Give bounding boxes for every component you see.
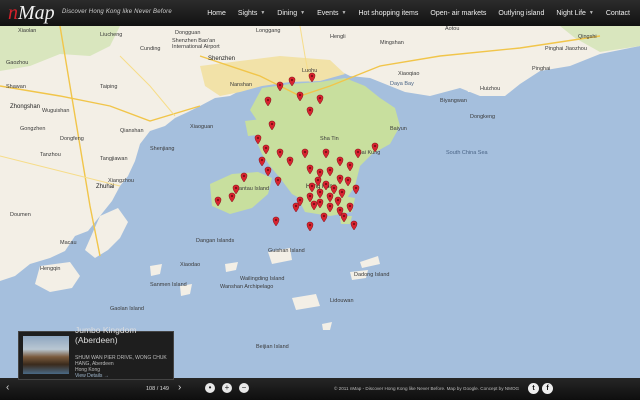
zoom-out-icon[interactable]: − (239, 383, 249, 393)
location-marker-icon[interactable] (346, 202, 354, 213)
location-marker-icon[interactable] (338, 188, 346, 199)
location-marker-icon[interactable] (292, 202, 300, 213)
nav-item-events[interactable]: Events ▼ (311, 10, 352, 17)
location-marker-icon[interactable] (322, 148, 330, 159)
chevron-down-icon: ▼ (588, 10, 594, 16)
location-marker-icon[interactable] (268, 120, 276, 131)
place-thumbnail[interactable] (23, 336, 69, 374)
location-marker-icon[interactable] (296, 91, 304, 102)
location-marker-icon[interactable] (316, 188, 324, 199)
location-marker-icon[interactable] (264, 166, 272, 177)
view-details-link[interactable]: View Details → (75, 373, 109, 379)
facebook-icon[interactable]: f (542, 383, 553, 394)
location-marker-icon[interactable] (306, 164, 314, 175)
location-marker-icon[interactable] (232, 184, 240, 195)
nav-item-open-air-markets[interactable]: Open- air markets (424, 10, 492, 17)
location-marker-icon[interactable] (258, 156, 266, 167)
top-navigation-bar: nMap Discover Hong Kong like Never Befor… (0, 0, 640, 26)
location-marker-icon[interactable] (352, 184, 360, 195)
nav-item-night-life[interactable]: Night Life ▼ (550, 10, 600, 17)
location-marker-icon[interactable] (288, 76, 296, 87)
location-marker-icon[interactable] (326, 202, 334, 213)
nav-item-hot-shopping[interactable]: Hot shopping items (352, 10, 424, 17)
location-marker-icon[interactable] (276, 81, 284, 92)
location-marker-icon[interactable] (350, 220, 358, 231)
locate-icon[interactable]: • (205, 383, 215, 393)
place-info-panel: Jumbo Kingdom (Aberdeen) SHUM WAN PIER D… (18, 325, 174, 380)
location-marker-icon[interactable] (240, 172, 248, 183)
location-marker-icon[interactable] (274, 176, 282, 187)
location-marker-icon[interactable] (264, 96, 272, 107)
location-marker-icon[interactable] (306, 221, 314, 232)
location-marker-icon[interactable] (334, 196, 342, 207)
location-marker-icon[interactable] (330, 184, 338, 195)
site-tagline: Discover Hong Kong like Never Before (62, 9, 172, 15)
location-marker-icon[interactable] (254, 134, 262, 145)
location-marker-icon[interactable] (316, 198, 324, 209)
location-marker-icon[interactable] (336, 174, 344, 185)
location-marker-icon[interactable] (306, 106, 314, 117)
location-marker-icon[interactable] (320, 212, 328, 223)
zoom-in-icon[interactable]: + (222, 383, 232, 393)
chevron-down-icon: ▼ (341, 10, 347, 16)
next-arrow-icon[interactable]: › (178, 382, 181, 393)
location-marker-icon[interactable] (308, 72, 316, 83)
place-address: SHUM WAN PIER DRIVE, WONG CHUK HANG, Abe… (75, 355, 167, 373)
location-marker-icon[interactable] (354, 148, 362, 159)
location-marker-icon[interactable] (214, 196, 222, 207)
location-marker-icon[interactable] (301, 148, 309, 159)
location-marker-icon[interactable] (308, 182, 316, 193)
nav-item-contact[interactable]: Contact (600, 10, 636, 17)
bottom-control-bar: ‹ 108 / 149 › • + − © 2011 nMap - Discov… (0, 378, 640, 400)
chevron-down-icon: ▼ (300, 10, 306, 16)
place-title[interactable]: Jumbo Kingdom (Aberdeen) (75, 325, 171, 345)
location-marker-icon[interactable] (316, 168, 324, 179)
nav-item-sights[interactable]: Sights ▼ (232, 10, 271, 17)
nav-item-outlying-island[interactable]: Outlying island (492, 10, 550, 17)
location-marker-icon[interactable] (228, 192, 236, 203)
location-marker-icon[interactable] (322, 180, 330, 191)
previous-arrow-icon[interactable]: ‹ (6, 382, 9, 393)
location-marker-icon[interactable] (346, 161, 354, 172)
nav-item-home[interactable]: Home (201, 10, 232, 17)
place-counter: 108 / 149 (146, 386, 169, 392)
location-marker-icon[interactable] (336, 156, 344, 167)
location-marker-icon[interactable] (314, 176, 322, 187)
location-marker-icon[interactable] (306, 192, 314, 203)
chevron-down-icon: ▼ (260, 10, 266, 16)
nav-item-dining[interactable]: Dining ▼ (271, 10, 311, 17)
main-menu: Home Sights ▼ Dining ▼ Events ▼ Hot shoppin… (201, 0, 636, 26)
location-marker-icon[interactable] (371, 142, 379, 153)
location-marker-icon[interactable] (344, 176, 352, 187)
site-logo[interactable]: nMap (8, 2, 55, 24)
location-marker-icon[interactable] (316, 94, 324, 105)
location-marker-icon[interactable] (286, 156, 294, 167)
copyright-text: © 2011 nMap - Discover Hong Kong like Ne… (334, 386, 520, 391)
location-marker-icon[interactable] (326, 192, 334, 203)
location-marker-icon[interactable] (340, 212, 348, 223)
location-marker-icon[interactable] (262, 144, 270, 155)
location-marker-icon[interactable] (310, 200, 318, 211)
location-marker-icon[interactable] (326, 166, 334, 177)
location-marker-icon[interactable] (276, 148, 284, 159)
twitter-icon[interactable]: t (528, 383, 539, 394)
location-marker-icon[interactable] (272, 216, 280, 227)
